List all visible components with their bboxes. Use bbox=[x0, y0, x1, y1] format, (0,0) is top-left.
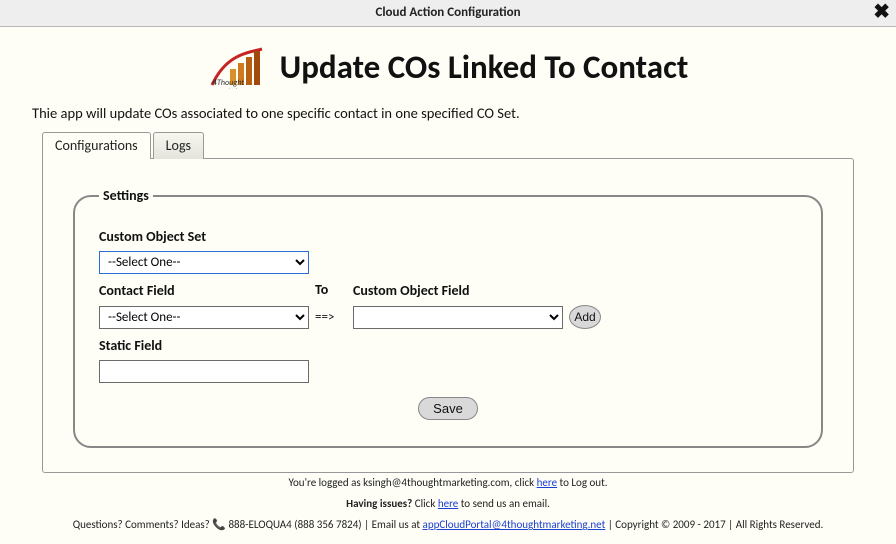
window-titlebar: Cloud Action Configuration ✖ bbox=[0, 0, 896, 27]
copyright-icon: © bbox=[661, 518, 670, 531]
save-button[interactable]: Save bbox=[418, 397, 478, 420]
tab-logs[interactable]: Logs bbox=[153, 132, 204, 159]
input-static-field[interactable] bbox=[99, 360, 309, 383]
footer-copyright-a: | Copyright bbox=[605, 518, 661, 531]
footer-login-text-b: to Log out. bbox=[557, 476, 607, 489]
settings-legend: Settings bbox=[99, 187, 153, 204]
svg-text:Marketing: Marketing bbox=[218, 87, 244, 89]
label-co-set: Custom Object Set bbox=[99, 226, 309, 245]
arrow-icon: ==> bbox=[315, 310, 347, 325]
logo-icon: 4 Thought Marketing bbox=[208, 45, 266, 89]
window-title: Cloud Action Configuration bbox=[0, 5, 896, 20]
footer-email-label: | Email us at bbox=[364, 518, 422, 531]
footer-copyright-b: 2009 - 2017 | All Rights Reserved. bbox=[670, 518, 823, 531]
page-title: Update COs Linked To Contact bbox=[280, 47, 689, 87]
settings-fieldset: Settings Custom Object Set --Select One-… bbox=[73, 187, 823, 448]
intro-text: Thie app will update COs associated to o… bbox=[0, 104, 896, 132]
hero: 4 Thought Marketing Update COs Linked To… bbox=[0, 27, 896, 104]
footer-phone: 888-ELOQUA4 (888 356 7824) bbox=[226, 518, 364, 531]
label-static-field: Static Field bbox=[99, 335, 309, 354]
footer-login-text-a: You're logged as ksingh@4thoughtmarketin… bbox=[288, 476, 536, 489]
footer-issues-label: Having issues? bbox=[346, 497, 415, 510]
label-to: To bbox=[315, 281, 347, 298]
footer-issues-text-b: to send us an email. bbox=[458, 497, 550, 510]
select-co-set[interactable]: --Select One-- bbox=[99, 251, 309, 274]
tab-configurations[interactable]: Configurations bbox=[42, 132, 151, 159]
add-button[interactable]: Add bbox=[569, 305, 601, 329]
label-contact-field: Contact Field bbox=[99, 280, 309, 299]
phone-icon: 📞 bbox=[212, 518, 226, 531]
close-icon[interactable]: ✖ bbox=[873, 2, 890, 22]
footer-questions-text: Questions? Comments? Ideas? bbox=[73, 518, 213, 531]
footer: You're logged as ksingh@4thoughtmarketin… bbox=[0, 473, 896, 536]
issues-email-link[interactable]: here bbox=[438, 497, 458, 510]
label-co-field: Custom Object Field bbox=[353, 280, 563, 299]
logout-link[interactable]: here bbox=[537, 476, 557, 489]
footer-email-link[interactable]: appCloudPortal@4thoughtmarketing.net bbox=[423, 518, 606, 531]
tab-panel-configurations: Settings Custom Object Set --Select One-… bbox=[42, 158, 854, 473]
tab-strip: Configurations Logs bbox=[42, 132, 854, 159]
select-co-field[interactable] bbox=[353, 306, 563, 329]
select-contact-field[interactable]: --Select One-- bbox=[99, 306, 309, 329]
footer-issues-text-a: Click bbox=[415, 497, 438, 510]
